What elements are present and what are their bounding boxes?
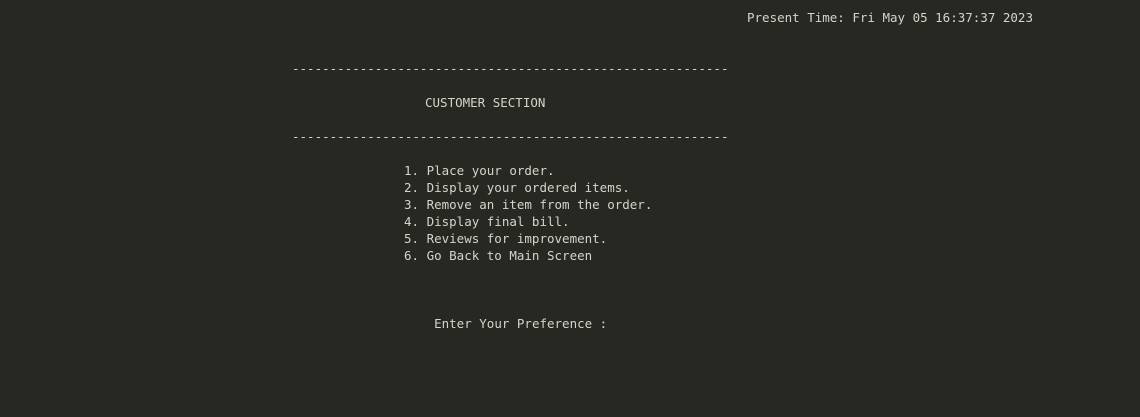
- present-time-text: Present Time: Fri May 05 16:37:37 2023: [747, 10, 1033, 25]
- section-divider-top: ----------------------------------------…: [292, 61, 729, 76]
- section-title: CUSTOMER SECTION: [425, 95, 546, 110]
- menu-item-reviews: 5. Reviews for improvement.: [404, 231, 608, 246]
- preference-prompt-line[interactable]: Enter Your Preference :: [404, 298, 622, 349]
- preference-prompt-label: Enter Your Preference :: [434, 316, 615, 331]
- menu-item-display-final-bill: 4. Display final bill.: [404, 214, 570, 229]
- menu-item-display-ordered-items: 2. Display your ordered items.: [404, 180, 630, 195]
- menu-list: 1. Place your order. 2. Display your ord…: [404, 162, 652, 264]
- menu-item-go-back: 6. Go Back to Main Screen: [404, 248, 593, 263]
- menu-item-remove-item: 3. Remove an item from the order.: [404, 197, 653, 212]
- input-cursor[interactable]: [615, 318, 622, 332]
- section-divider-bottom: ----------------------------------------…: [292, 129, 729, 144]
- menu-item-place-order: 1. Place your order.: [404, 163, 555, 178]
- terminal-window[interactable]: Present Time: Fri May 05 16:37:37 2023 -…: [0, 0, 1140, 417]
